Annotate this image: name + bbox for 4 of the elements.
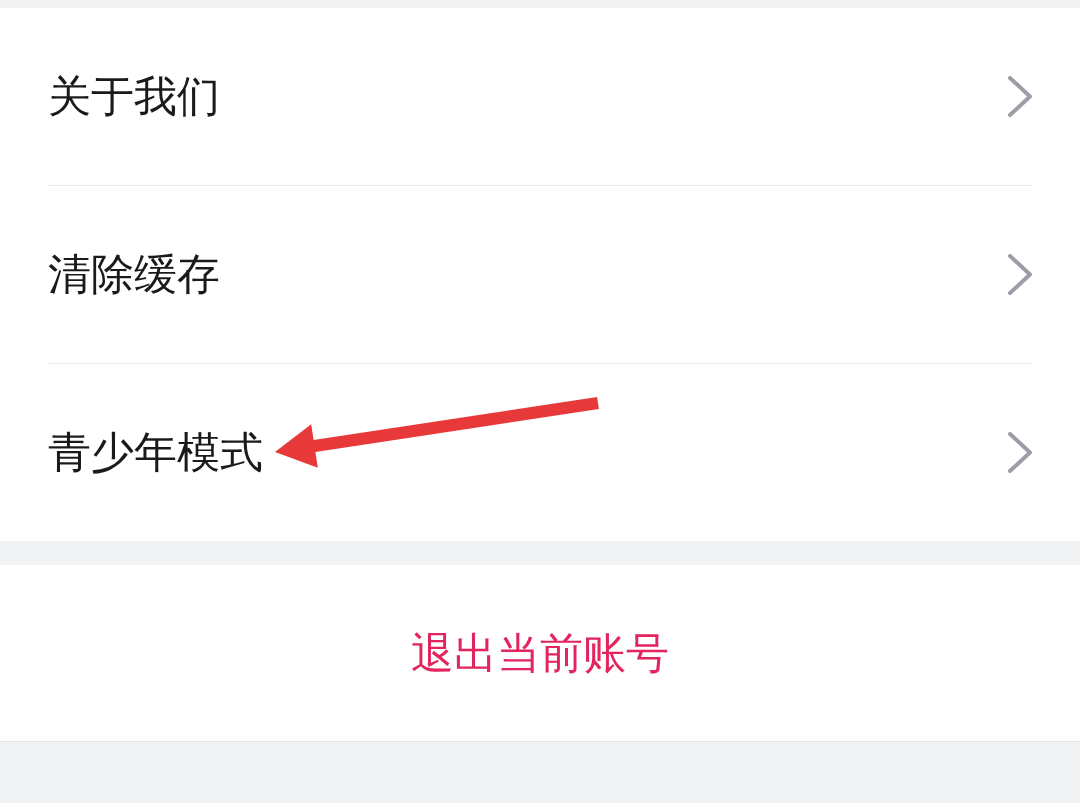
chevron-right-icon <box>1008 76 1032 117</box>
logout-button[interactable]: 退出当前账号 <box>411 631 669 675</box>
chevron-right-icon <box>1008 254 1032 295</box>
chevron-right-icon <box>1008 432 1032 473</box>
